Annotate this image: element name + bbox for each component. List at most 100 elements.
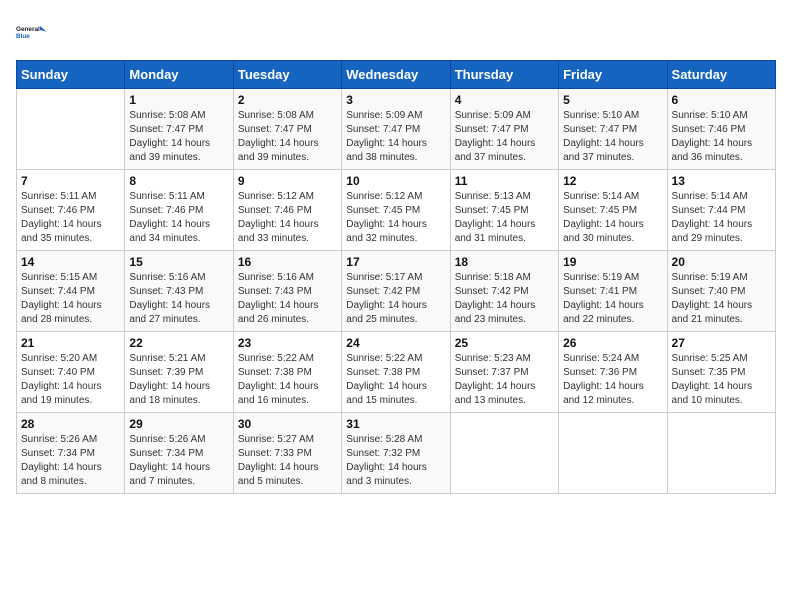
day-info: Sunrise: 5:23 AM Sunset: 7:37 PM Dayligh… (455, 352, 554, 408)
calendar-table: SundayMondayTuesdayWednesdayThursdayFrid… (16, 60, 776, 494)
day-number: 6 (672, 93, 771, 107)
calendar-cell: 7 Sunrise: 5:11 AM Sunset: 7:46 PM Daylig… (17, 170, 125, 251)
svg-text:Blue: Blue (16, 33, 30, 40)
calendar-cell: 1Sunrise: 5:08 AM Sunset: 7:47 PM Daylig… (125, 89, 233, 170)
calendar-cell: 10Sunrise: 5:12 AM Sunset: 7:45 PM Dayli… (342, 170, 450, 251)
day-info: Sunrise: 5:08 AM Sunset: 7:47 PM Dayligh… (129, 109, 228, 165)
day-info: Sunrise: 5:19 AM Sunset: 7:40 PM Dayligh… (672, 271, 771, 327)
day-info: Sunrise: 5:16 AM Sunset: 7:43 PM Dayligh… (129, 271, 228, 327)
calendar-cell: 5Sunrise: 5:10 AM Sunset: 7:47 PM Daylig… (559, 89, 667, 170)
day-number: 14 (21, 255, 120, 269)
calendar-header-row: SundayMondayTuesdayWednesdayThursdayFrid… (17, 61, 776, 89)
day-info: Sunrise: 5:11 AM Sunset: 7:46 PM Dayligh… (129, 190, 228, 246)
day-info: Sunrise: 5:26 AM Sunset: 7:34 PM Dayligh… (129, 433, 228, 489)
calendar-cell: 4Sunrise: 5:09 AM Sunset: 7:47 PM Daylig… (450, 89, 558, 170)
calendar-cell: 2 Sunrise: 5:08 AM Sunset: 7:47 PM Daylig… (233, 89, 341, 170)
calendar-cell: 22 Sunrise: 5:21 AM Sunset: 7:39 PM Dayli… (125, 332, 233, 413)
day-number: 18 (455, 255, 554, 269)
calendar-cell: 16 Sunrise: 5:16 AM Sunset: 7:43 PM Dayli… (233, 251, 341, 332)
day-number: 5 (563, 93, 662, 107)
day-number: 15 (129, 255, 228, 269)
day-info: Sunrise: 5:13 AM Sunset: 7:45 PM Dayligh… (455, 190, 554, 246)
calendar-cell: 11Sunrise: 5:13 AM Sunset: 7:45 PM Dayli… (450, 170, 558, 251)
header-day-monday: Monday (125, 61, 233, 89)
day-number: 3 (346, 93, 445, 107)
day-number: 9 (238, 174, 337, 188)
svg-text:General: General (16, 26, 40, 33)
day-info: Sunrise: 5:09 AM Sunset: 7:47 PM Dayligh… (346, 109, 445, 165)
day-number: 31 (346, 417, 445, 431)
calendar-cell: 9 Sunrise: 5:12 AM Sunset: 7:46 PM Daylig… (233, 170, 341, 251)
calendar-cell (559, 413, 667, 494)
day-info: Sunrise: 5:12 AM Sunset: 7:46 PM Dayligh… (238, 190, 337, 246)
logo-icon: GeneralBlue (16, 16, 48, 48)
calendar-cell: 13 Sunrise: 5:14 AM Sunset: 7:44 PM Dayli… (667, 170, 775, 251)
calendar-cell: 6 Sunrise: 5:10 AM Sunset: 7:46 PM Daylig… (667, 89, 775, 170)
day-info: Sunrise: 5:22 AM Sunset: 7:38 PM Dayligh… (238, 352, 337, 408)
header-day-friday: Friday (559, 61, 667, 89)
calendar-cell: 30 Sunrise: 5:27 AM Sunset: 7:33 PM Dayli… (233, 413, 341, 494)
day-info: Sunrise: 5:14 AM Sunset: 7:44 PM Dayligh… (672, 190, 771, 246)
day-info: Sunrise: 5:14 AM Sunset: 7:45 PM Dayligh… (563, 190, 662, 246)
day-info: Sunrise: 5:15 AM Sunset: 7:44 PM Dayligh… (21, 271, 120, 327)
day-info: Sunrise: 5:28 AM Sunset: 7:32 PM Dayligh… (346, 433, 445, 489)
calendar-cell: 31 Sunrise: 5:28 AM Sunset: 7:32 PM Dayli… (342, 413, 450, 494)
calendar-cell: 8 Sunrise: 5:11 AM Sunset: 7:46 PM Daylig… (125, 170, 233, 251)
day-number: 7 (21, 174, 120, 188)
day-info: Sunrise: 5:27 AM Sunset: 7:33 PM Dayligh… (238, 433, 337, 489)
calendar-cell: 24 Sunrise: 5:22 AM Sunset: 7:38 PM Dayli… (342, 332, 450, 413)
calendar-cell: 3 Sunrise: 5:09 AM Sunset: 7:47 PM Daylig… (342, 89, 450, 170)
day-number: 13 (672, 174, 771, 188)
calendar-cell: 19 Sunrise: 5:19 AM Sunset: 7:41 PM Dayli… (559, 251, 667, 332)
calendar-week-row: 28 Sunrise: 5:26 AM Sunset: 7:34 PM Dayli… (17, 413, 776, 494)
header-day-saturday: Saturday (667, 61, 775, 89)
calendar-week-row: 21 Sunrise: 5:20 AM Sunset: 7:40 PM Dayli… (17, 332, 776, 413)
day-info: Sunrise: 5:26 AM Sunset: 7:34 PM Dayligh… (21, 433, 120, 489)
day-number: 4 (455, 93, 554, 107)
calendar-cell (450, 413, 558, 494)
day-number: 28 (21, 417, 120, 431)
calendar-cell: 26Sunrise: 5:24 AM Sunset: 7:36 PM Dayli… (559, 332, 667, 413)
calendar-cell: 18Sunrise: 5:18 AM Sunset: 7:42 PM Dayli… (450, 251, 558, 332)
day-number: 23 (238, 336, 337, 350)
header: GeneralBlue (16, 16, 776, 48)
day-info: Sunrise: 5:10 AM Sunset: 7:46 PM Dayligh… (672, 109, 771, 165)
day-number: 17 (346, 255, 445, 269)
calendar-cell: 14 Sunrise: 5:15 AM Sunset: 7:44 PM Dayli… (17, 251, 125, 332)
calendar-week-row: 14 Sunrise: 5:15 AM Sunset: 7:44 PM Dayli… (17, 251, 776, 332)
day-number: 2 (238, 93, 337, 107)
calendar-cell: 12Sunrise: 5:14 AM Sunset: 7:45 PM Dayli… (559, 170, 667, 251)
day-number: 19 (563, 255, 662, 269)
calendar-cell: 25 Sunrise: 5:23 AM Sunset: 7:37 PM Dayli… (450, 332, 558, 413)
day-number: 25 (455, 336, 554, 350)
day-number: 22 (129, 336, 228, 350)
header-day-sunday: Sunday (17, 61, 125, 89)
day-info: Sunrise: 5:08 AM Sunset: 7:47 PM Dayligh… (238, 109, 337, 165)
day-info: Sunrise: 5:16 AM Sunset: 7:43 PM Dayligh… (238, 271, 337, 327)
header-day-thursday: Thursday (450, 61, 558, 89)
day-info: Sunrise: 5:11 AM Sunset: 7:46 PM Dayligh… (21, 190, 120, 246)
day-info: Sunrise: 5:24 AM Sunset: 7:36 PM Dayligh… (563, 352, 662, 408)
calendar-cell: 23 Sunrise: 5:22 AM Sunset: 7:38 PM Dayli… (233, 332, 341, 413)
day-number: 24 (346, 336, 445, 350)
day-number: 16 (238, 255, 337, 269)
calendar-cell: 17Sunrise: 5:17 AM Sunset: 7:42 PM Dayli… (342, 251, 450, 332)
header-day-wednesday: Wednesday (342, 61, 450, 89)
calendar-cell (667, 413, 775, 494)
calendar-week-row: 1Sunrise: 5:08 AM Sunset: 7:47 PM Daylig… (17, 89, 776, 170)
day-number: 8 (129, 174, 228, 188)
calendar-cell: 15 Sunrise: 5:16 AM Sunset: 7:43 PM Dayli… (125, 251, 233, 332)
calendar-cell: 27Sunrise: 5:25 AM Sunset: 7:35 PM Dayli… (667, 332, 775, 413)
day-info: Sunrise: 5:21 AM Sunset: 7:39 PM Dayligh… (129, 352, 228, 408)
header-day-tuesday: Tuesday (233, 61, 341, 89)
calendar-cell: 29Sunrise: 5:26 AM Sunset: 7:34 PM Dayli… (125, 413, 233, 494)
day-info: Sunrise: 5:19 AM Sunset: 7:41 PM Dayligh… (563, 271, 662, 327)
day-info: Sunrise: 5:22 AM Sunset: 7:38 PM Dayligh… (346, 352, 445, 408)
calendar-cell (17, 89, 125, 170)
day-number: 21 (21, 336, 120, 350)
day-number: 20 (672, 255, 771, 269)
calendar-cell: 20 Sunrise: 5:19 AM Sunset: 7:40 PM Dayli… (667, 251, 775, 332)
day-info: Sunrise: 5:20 AM Sunset: 7:40 PM Dayligh… (21, 352, 120, 408)
logo: GeneralBlue (16, 16, 48, 48)
day-number: 30 (238, 417, 337, 431)
